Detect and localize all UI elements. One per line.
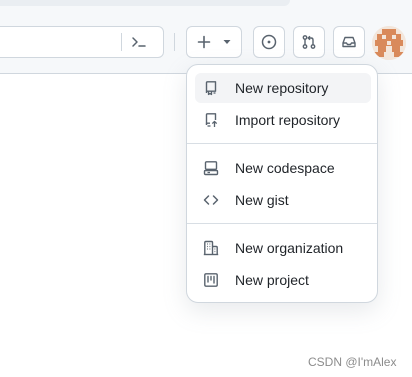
command-palette-icon[interactable] xyxy=(129,33,149,51)
menu-item-new-organization[interactable]: New organization xyxy=(195,233,371,263)
repo-icon xyxy=(203,80,219,96)
menu-item-new-project[interactable]: New project xyxy=(195,265,371,295)
menu-divider xyxy=(187,143,377,144)
avatar[interactable] xyxy=(372,26,406,60)
chevron-down-icon xyxy=(223,39,231,45)
code-icon xyxy=(203,192,219,208)
menu-item-new-repository[interactable]: New repository xyxy=(195,73,371,103)
create-new-dropdown: New repository Import repository New cod… xyxy=(186,64,378,303)
inbox-icon xyxy=(341,34,357,50)
pull-requests-button[interactable] xyxy=(293,26,325,58)
watermark: CSDN @I'mAlex xyxy=(308,355,397,369)
menu-item-label: New organization xyxy=(235,240,344,256)
git-pull-request-icon xyxy=(301,34,317,50)
menu-item-label: New codespace xyxy=(235,160,335,176)
search-input[interactable] xyxy=(0,26,164,58)
create-new-button[interactable] xyxy=(186,26,242,58)
project-icon xyxy=(203,272,219,288)
repo-push-icon xyxy=(203,112,219,128)
menu-item-label: Import repository xyxy=(235,112,341,128)
menu-item-new-codespace[interactable]: New codespace xyxy=(195,153,371,183)
menu-item-label: New project xyxy=(235,272,309,288)
header-top-strip xyxy=(0,0,290,6)
issue-opened-icon xyxy=(261,34,277,50)
inbox-button[interactable] xyxy=(333,26,365,58)
issues-button[interactable] xyxy=(253,26,285,58)
codespaces-icon xyxy=(203,160,219,176)
plus-icon xyxy=(197,35,211,49)
header-separator xyxy=(174,33,175,51)
menu-divider xyxy=(187,223,377,224)
menu-item-label: New repository xyxy=(235,80,329,96)
menu-item-label: New gist xyxy=(235,192,289,208)
menu-item-import-repository[interactable]: Import repository xyxy=(195,105,371,135)
menu-item-new-gist[interactable]: New gist xyxy=(195,185,371,215)
search-divider xyxy=(121,33,122,51)
organization-icon xyxy=(203,240,219,256)
global-header xyxy=(0,0,412,74)
